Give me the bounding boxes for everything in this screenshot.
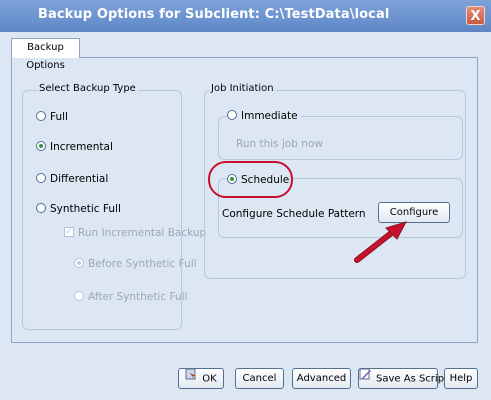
advanced-label: Advanced xyxy=(296,373,347,384)
run-incremental-label: Run Incremental Backup xyxy=(78,227,207,239)
job-initiation-label: Job Initiation xyxy=(209,83,276,94)
before-synthetic-full-label: Before Synthetic Full xyxy=(88,258,197,270)
help-label: Help xyxy=(449,373,473,384)
immediate-description: Run this job now xyxy=(236,138,323,150)
radio-differential-label: Differential xyxy=(50,173,109,185)
title-bar: Backup Options for Subclient: C:\TestDat… xyxy=(0,0,491,32)
save-as-script-button[interactable]: Save As Script xyxy=(358,368,448,389)
radio-button-icon xyxy=(36,203,46,213)
radio-immediate[interactable]: Immediate xyxy=(227,109,301,123)
radio-button-icon xyxy=(36,173,46,183)
radio-button-icon xyxy=(36,111,46,121)
close-icon: X xyxy=(470,9,481,24)
run-incremental-checkbox[interactable]: ✓ Run Incremental Backup xyxy=(64,226,206,240)
help-button[interactable]: Help xyxy=(444,368,478,389)
radio-button-icon xyxy=(227,110,237,120)
radio-synthetic-full[interactable]: Synthetic Full xyxy=(36,202,121,216)
advanced-button[interactable]: Advanced xyxy=(292,368,351,389)
radio-differential[interactable]: Differential xyxy=(36,172,108,186)
radio-button-selected-icon xyxy=(74,258,84,268)
cancel-button[interactable]: Cancel xyxy=(235,368,284,389)
configure-schedule-pattern-label: Configure Schedule Pattern xyxy=(222,208,366,220)
red-arrow-annotation xyxy=(354,221,408,263)
radio-incremental-label: Incremental xyxy=(50,141,113,153)
ok-icon xyxy=(185,368,198,387)
radio-immediate-label: Immediate xyxy=(241,110,298,122)
close-button[interactable]: X xyxy=(466,6,485,25)
radio-synthetic-full-label: Synthetic Full xyxy=(50,203,121,215)
ok-label: OK xyxy=(202,373,217,385)
radio-full-label: Full xyxy=(50,111,68,123)
radio-after-synthetic-full[interactable]: After Synthetic Full xyxy=(74,290,187,304)
tab-backup-options[interactable]: Backup Options xyxy=(11,38,80,71)
backup-options-dialog: Backup Options for Subclient: C:\TestDat… xyxy=(0,0,491,400)
ok-button[interactable]: OK xyxy=(178,368,224,389)
window-title: Backup Options for Subclient: C:\TestDat… xyxy=(38,7,390,22)
radio-full[interactable]: Full xyxy=(36,110,68,124)
radio-button-icon xyxy=(74,291,84,301)
save-as-script-label: Save As Script xyxy=(376,373,448,385)
after-synthetic-full-label: After Synthetic Full xyxy=(88,291,188,303)
cancel-label: Cancel xyxy=(242,373,277,384)
tab-label: Backup Options xyxy=(26,42,65,71)
radio-incremental[interactable]: Incremental xyxy=(36,140,113,154)
highlight-circle xyxy=(208,161,293,198)
radio-button-selected-icon xyxy=(36,141,46,151)
select-backup-type-label: Select Backup Type xyxy=(37,83,138,94)
script-icon xyxy=(359,368,372,387)
checkbox-checked-icon: ✓ xyxy=(64,227,74,237)
radio-before-synthetic-full[interactable]: Before Synthetic Full xyxy=(74,257,197,271)
